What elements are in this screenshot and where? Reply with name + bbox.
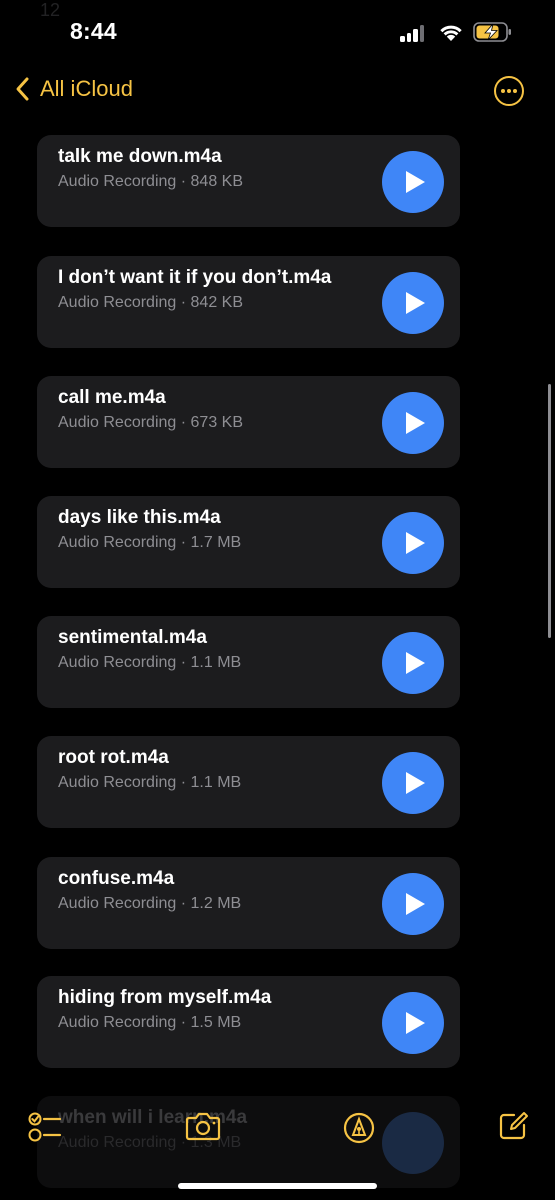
attachment-title: call me.m4a [58,387,166,408]
play-button[interactable] [382,151,444,213]
home-indicator[interactable] [178,1183,377,1189]
play-button[interactable] [382,272,444,334]
attachment-title: talk me down.m4a [58,146,222,167]
play-button[interactable] [382,392,444,454]
scrollbar[interactable] [548,384,551,638]
attachment-title: sentimental.m4a [58,627,207,648]
attachment-subtitle: Audio Recording · 673 KB [58,414,243,431]
wifi-icon [440,25,462,41]
status-time: 8:44 [70,18,117,44]
attachment-subtitle: Audio Recording · 1.1 MB [58,774,242,791]
compose-icon[interactable] [497,1110,529,1142]
back-button[interactable]: All iCloud [14,76,133,102]
attachment-title: root rot.m4a [58,747,169,768]
play-button[interactable] [382,873,444,935]
attachment-title: days like this.m4a [58,507,221,528]
list-item[interactable]: root rot.m4a Audio Recording · 1.1 MB [37,736,460,828]
markup-pen-icon[interactable] [343,1112,375,1144]
list-item[interactable]: sentimental.m4a Audio Recording · 1.1 MB [37,616,460,708]
attachment-subtitle: Audio Recording · 842 KB [58,294,243,311]
play-button[interactable] [382,1112,444,1174]
list-item[interactable]: talk me down.m4a Audio Recording · 848 K… [37,135,460,227]
list-item[interactable]: days like this.m4a Audio Recording · 1.7… [37,496,460,588]
chevron-left-icon [16,77,29,101]
list-item[interactable]: call me.m4a Audio Recording · 673 KB [37,376,460,468]
attachment-title: hiding from myself.m4a [58,987,272,1008]
cellular-signal-icon [400,24,428,42]
attachment-subtitle: Audio Recording · 1.7 MB [58,534,242,551]
list-item[interactable]: I don’t want it if you don’t.m4a Audio R… [37,256,460,348]
play-button[interactable] [382,752,444,814]
list-item[interactable]: when will i learn.m4a Audio Recording · … [37,1096,460,1188]
play-button[interactable] [382,992,444,1054]
list-item[interactable]: confuse.m4a Audio Recording · 1.2 MB [37,857,460,949]
checklist-icon[interactable] [28,1111,62,1143]
play-button[interactable] [382,512,444,574]
battery-charging-icon [473,22,511,42]
attachment-subtitle: Audio Recording · 848 KB [58,173,243,190]
attachment-subtitle: Audio Recording · 1.1 MB [58,654,242,671]
back-label: All iCloud [40,76,133,101]
ellipsis-icon [500,89,505,93]
attachment-title: I don’t want it if you don’t.m4a [58,267,332,288]
attachment-subtitle: Audio Recording · 1.5 MB [58,1014,242,1031]
more-options-button[interactable] [494,76,524,106]
camera-icon[interactable] [185,1111,221,1141]
list-item[interactable]: hiding from myself.m4a Audio Recording ·… [37,976,460,1068]
attachment-title: confuse.m4a [58,868,175,889]
faded-header-text: 12 [40,0,61,20]
attachment-subtitle: Audio Recording · 1.2 MB [58,895,242,912]
play-button[interactable] [382,632,444,694]
